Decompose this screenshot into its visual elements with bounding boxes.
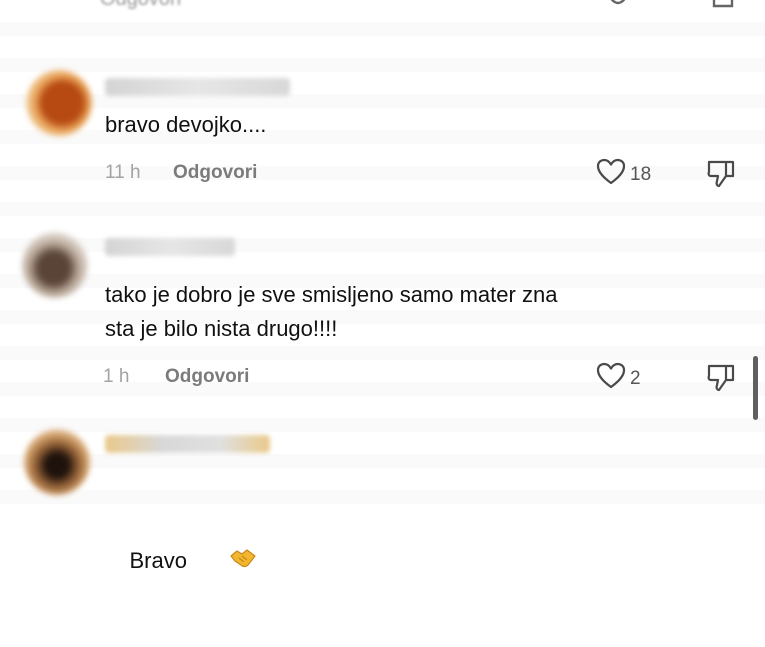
dislike-icon[interactable] [710, 0, 736, 17]
username[interactable] [105, 78, 290, 96]
avatar[interactable] [24, 429, 90, 495]
dislike-icon[interactable] [706, 364, 736, 397]
heart-icon [596, 158, 626, 191]
avatar[interactable] [26, 70, 92, 136]
like-button[interactable]: 18 [596, 158, 651, 191]
like-count: 2 [630, 367, 641, 389]
reply-button[interactable]: Odgovori [165, 366, 249, 388]
dislike-icon[interactable] [706, 160, 736, 193]
username[interactable] [105, 435, 270, 453]
comment-item: tako je dobro je sve smisljeno samo mate… [0, 230, 765, 400]
comment-text: bravo devojko.... [105, 112, 267, 137]
reply-button[interactable]: Odgovori [100, 0, 181, 12]
reply-button[interactable]: Odgovori [173, 162, 257, 184]
heart-icon[interactable] [605, 0, 631, 17]
comment-item: bravo devojko.... 11 h Odgovori 18 [0, 68, 765, 198]
comment-item: Bravo [0, 425, 765, 573]
avatar[interactable] [22, 232, 88, 298]
handshake-icon [193, 511, 256, 613]
heart-icon [596, 362, 626, 395]
scrollbar[interactable] [753, 356, 758, 420]
like-count: 18 [630, 163, 652, 185]
timestamp: 11 h [105, 162, 141, 183]
comment-text: Bravo [105, 477, 256, 647]
timestamp: 1 h [103, 366, 130, 387]
comment-text: tako je dobro je sve smisljeno samo mate… [105, 282, 558, 341]
username[interactable] [105, 238, 235, 256]
like-button[interactable]: 2 [596, 362, 641, 395]
